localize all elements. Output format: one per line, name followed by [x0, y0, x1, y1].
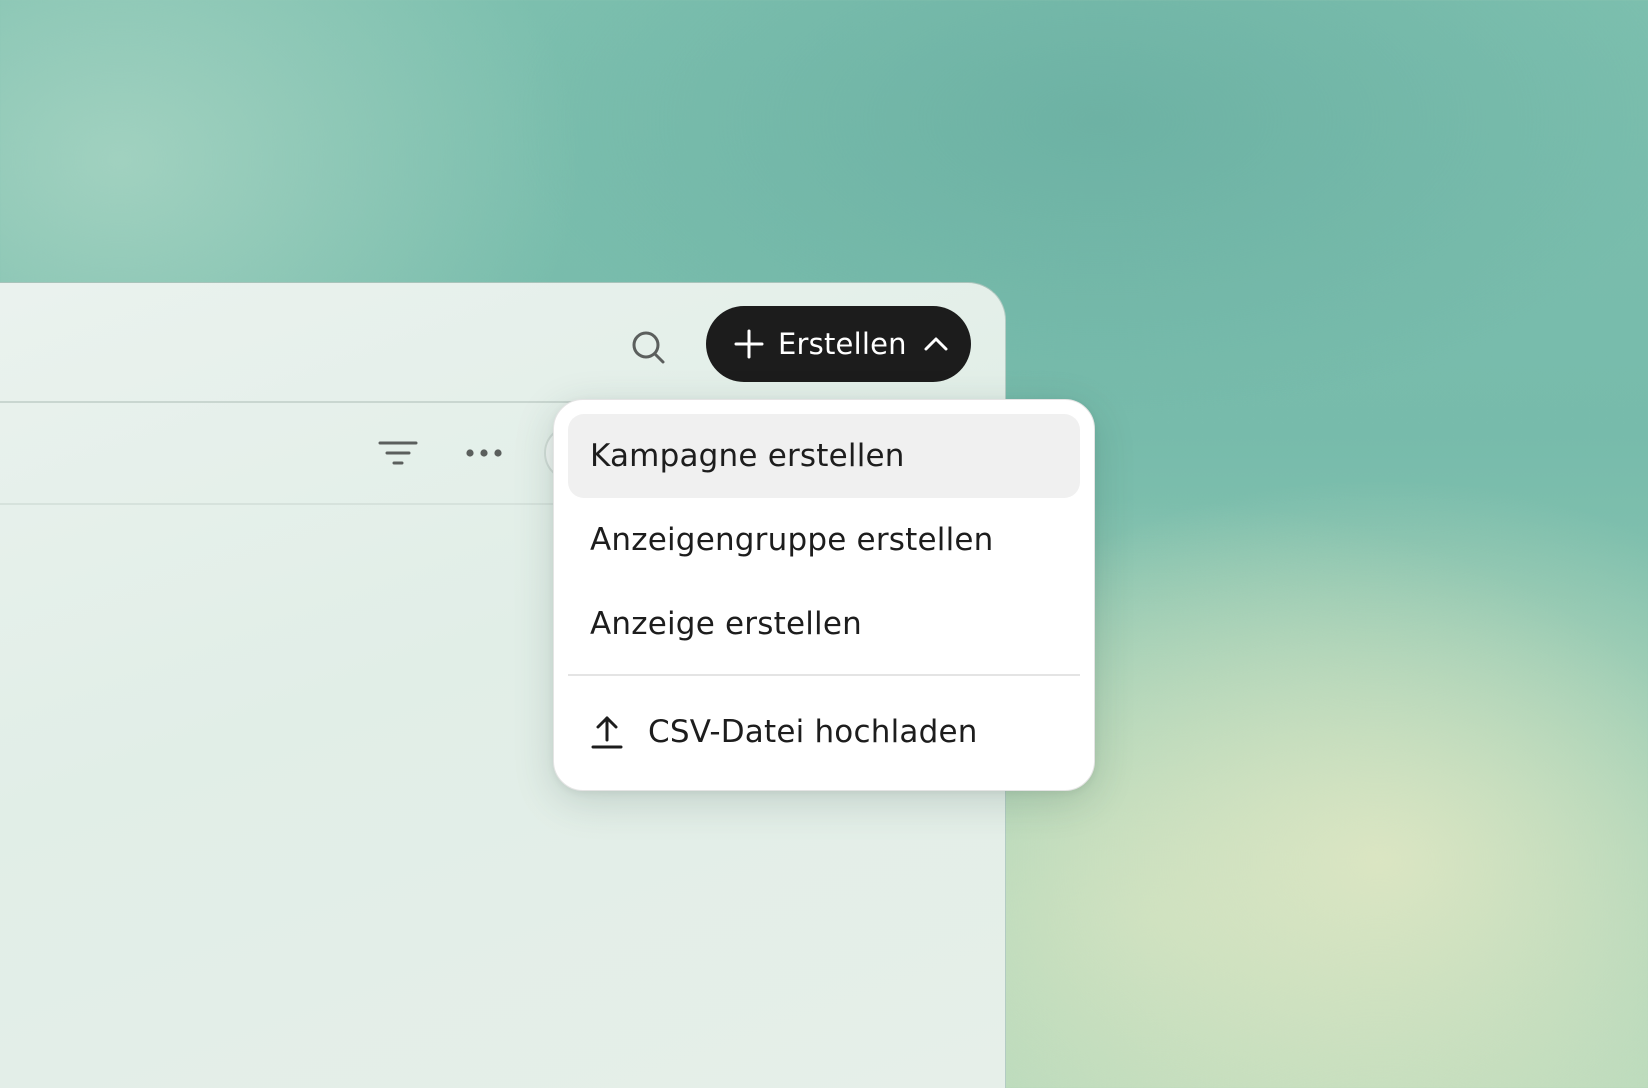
menu-item-create-ad[interactable]: Anzeige erstellen — [568, 582, 1080, 666]
menu-item-create-campaign[interactable]: Kampagne erstellen — [568, 414, 1080, 498]
search-icon — [632, 331, 665, 364]
create-button-label: Erstellen — [778, 327, 907, 361]
upload-icon — [591, 716, 623, 749]
create-dropdown-menu: Kampagne erstellen Anzeigengruppe erstel… — [553, 399, 1095, 791]
top-bar: Erstellen — [0, 283, 1005, 403]
menu-item-label: Kampagne erstellen — [590, 438, 905, 474]
menu-divider — [568, 674, 1080, 676]
menu-item-label: Anzeige erstellen — [590, 606, 862, 642]
chevron-up-icon — [924, 337, 948, 351]
more-horizontal-icon — [466, 449, 502, 457]
filter-icon — [378, 441, 418, 465]
filter-button[interactable] — [376, 435, 420, 471]
menu-item-label: CSV-Datei hochladen — [648, 714, 978, 750]
more-options-button[interactable] — [462, 435, 506, 471]
plus-icon — [734, 329, 764, 359]
menu-item-create-ad-group[interactable]: Anzeigengruppe erstellen — [568, 498, 1080, 582]
create-button[interactable]: Erstellen — [706, 306, 971, 382]
menu-item-label: Anzeigengruppe erstellen — [590, 522, 994, 558]
menu-item-upload-csv[interactable]: CSV-Datei hochladen — [568, 682, 1080, 782]
search-button[interactable] — [626, 325, 672, 371]
